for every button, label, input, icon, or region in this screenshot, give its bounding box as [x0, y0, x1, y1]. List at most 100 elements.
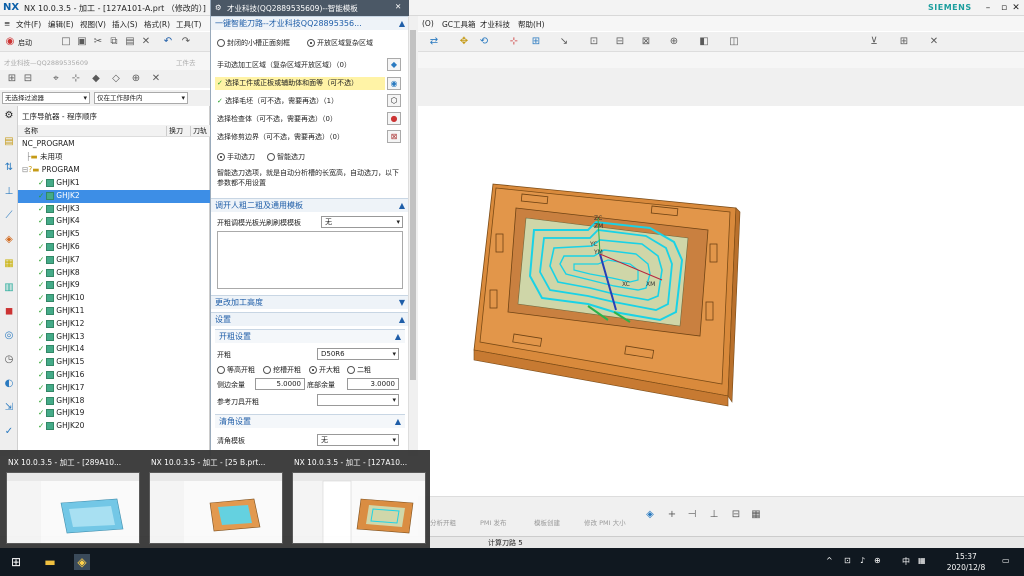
menu-insert[interactable]: 插入(S): [112, 19, 138, 30]
settings-icon[interactable]: ⚙: [3, 110, 15, 122]
pmi-size-label[interactable]: 修改 PMI 大小: [584, 517, 626, 527]
menu-view[interactable]: 视图(V): [80, 19, 106, 30]
wire-icon[interactable]: ◫: [728, 36, 740, 48]
analyze-rough-label[interactable]: 分析开粗: [430, 517, 456, 527]
close-button[interactable]: ✕: [1006, 1, 1024, 15]
note-icon[interactable]: ⊟: [730, 509, 742, 521]
start-label[interactable]: 启动: [18, 38, 32, 48]
rough-option-slot[interactable]: 挖槽开粗: [263, 365, 301, 375]
delete-icon[interactable]: ✕: [140, 36, 152, 48]
network-icon[interactable]: ⊡: [844, 556, 851, 565]
column-toolpath[interactable]: 刀轨: [190, 126, 207, 136]
layout-icon[interactable]: ⊻: [868, 36, 880, 48]
graphics-viewport[interactable]: XC XM YC YM ZC ZM: [418, 106, 1024, 496]
tree-unused[interactable]: ├▬ 未用项: [18, 151, 210, 164]
geometry-icon[interactable]: ⊥: [3, 186, 15, 198]
clock-icon[interactable]: ◷: [3, 354, 15, 366]
save-icon[interactable]: ▣: [76, 36, 88, 48]
method-icon[interactable]: ⟋: [3, 210, 15, 222]
pan-icon[interactable]: ✥: [458, 36, 470, 48]
side-stock-input[interactable]: 5.0000: [255, 378, 305, 390]
rough-option-equal[interactable]: 等高开粗: [217, 365, 255, 375]
select-workpiece-row[interactable]: ✓ 选择工件或正板或辅助体和面等（可不选）: [215, 77, 385, 90]
operation-row[interactable]: ✓ GHJK13: [18, 331, 210, 344]
operation-row[interactable]: ✓ GHJK20: [18, 420, 210, 433]
operation-row[interactable]: ✓ GHJK3: [18, 203, 210, 216]
section-settings[interactable]: 设置 ▲: [211, 312, 409, 326]
snap-icon[interactable]: ⌖: [50, 73, 62, 85]
menu-gc-toolbox[interactable]: GC工具箱: [442, 19, 476, 30]
cut-icon[interactable]: ✂: [92, 36, 104, 48]
menu-edit[interactable]: 编辑(E): [48, 19, 74, 30]
subsection-finish[interactable]: 清角设置 ▲: [215, 414, 405, 428]
snap-view-icon[interactable]: ⊞: [530, 36, 542, 48]
thumbnail-window-3[interactable]: NX 10.0.3.5 - 加工 - [127A10...: [290, 454, 430, 546]
plus-icon[interactable]: +: [666, 509, 678, 521]
hide-icon[interactable]: ⊟: [614, 36, 626, 48]
operation-row[interactable]: ✓ GHJK4: [18, 215, 210, 228]
filter-icon[interactable]: ⊟: [22, 73, 34, 85]
trim-boundary-icon[interactable]: ⊠: [387, 130, 401, 143]
select-blank-row[interactable]: ✓ 选择毛坯（可不选，需要再选）（1）: [217, 96, 338, 106]
history-icon[interactable]: ▦: [3, 258, 15, 270]
windows-start-icon[interactable]: ⊞: [8, 554, 24, 570]
point-icon[interactable]: ⊹: [70, 73, 82, 85]
type-filter-select[interactable]: 无选择过滤器: [2, 92, 90, 104]
system-clock[interactable]: 15:37 2020/12/8: [938, 551, 994, 573]
scope-filter-select[interactable]: 仅在工作部件内: [94, 92, 188, 104]
start-icon[interactable]: ◉: [4, 36, 16, 48]
table-icon[interactable]: ▦: [750, 509, 762, 521]
blank-select-icon[interactable]: ⬡: [387, 94, 401, 107]
section-height[interactable]: 更改加工高度 ▼: [211, 295, 409, 309]
operation-row[interactable]: ✓ GHJK17: [18, 382, 210, 395]
layer-icon[interactable]: ↘: [558, 36, 570, 48]
close-selection-icon[interactable]: ✕: [150, 73, 162, 85]
radio-button[interactable]: [267, 153, 275, 161]
operation-row[interactable]: ✓ GHJK16: [18, 369, 210, 382]
volume-icon[interactable]: ♪: [860, 556, 865, 565]
template-select[interactable]: 无: [321, 216, 403, 228]
dialog-close-icon[interactable]: ✕: [395, 2, 401, 11]
redo-icon[interactable]: ↷: [180, 36, 192, 48]
operation-row[interactable]: ✓ GHJK11: [18, 305, 210, 318]
section-template[interactable]: 调开人粗二粗及通用模板 ▲: [211, 198, 409, 212]
display-icon[interactable]: ◈: [644, 509, 656, 521]
radio-open-area[interactable]: 开放区域复杂区域: [307, 38, 373, 48]
new-icon[interactable]: □: [60, 36, 72, 48]
menu-caiye[interactable]: 才业科技: [480, 19, 510, 30]
operation-row[interactable]: ✓ GHJK6: [18, 241, 210, 254]
copy-icon[interactable]: ⧉: [108, 36, 120, 48]
orient-icon[interactable]: ⇄: [428, 36, 440, 48]
palette-icon[interactable]: ◐: [3, 378, 15, 390]
operation-row[interactable]: ✓ GHJK19: [18, 407, 210, 420]
operation-row[interactable]: ✓ GHJK8: [18, 267, 210, 280]
menu-file[interactable]: 文件(F): [16, 19, 41, 30]
part-icon[interactable]: ◈: [3, 234, 15, 246]
column-tool-change[interactable]: 换刀: [166, 126, 183, 136]
show-icon[interactable]: ⊡: [588, 36, 600, 48]
fit-icon[interactable]: ⊠: [640, 36, 652, 48]
operation-row[interactable]: ✓ GHJK1: [18, 177, 210, 190]
menu-o[interactable]: (O): [422, 19, 434, 28]
radio-button[interactable]: [217, 39, 225, 47]
shade-icon[interactable]: ◧: [698, 36, 710, 48]
radio-button[interactable]: [217, 366, 225, 374]
operation-row[interactable]: ✓ GHJK7: [18, 254, 210, 267]
tree-root[interactable]: NC_PROGRAM: [18, 138, 210, 151]
finish-template-select[interactable]: 无: [317, 434, 399, 446]
input-method-icon[interactable]: ▦: [918, 556, 926, 565]
rough-option-big[interactable]: 开大粗: [309, 365, 340, 375]
select-check-body-row[interactable]: 选择检查体（可不选，需要再选）（0）: [217, 114, 337, 124]
annotation-icon[interactable]: ⊥: [708, 509, 720, 521]
manual-region-row[interactable]: 手动选加工区域（复杂区域开放区域）（0）: [217, 60, 351, 70]
radio-button-selected[interactable]: [217, 153, 225, 161]
region-select-icon[interactable]: ◆: [387, 58, 401, 71]
operation-row[interactable]: ✓ GHJK9: [18, 279, 210, 292]
operation-row[interactable]: ✓ GHJK12: [18, 318, 210, 331]
ime-indicator[interactable]: 中: [902, 556, 910, 567]
thumbnail-window-1[interactable]: NX 10.0.3.5 - 加工 - [289A10...: [4, 454, 144, 546]
template-list-box[interactable]: [217, 231, 403, 289]
web-icon[interactable]: ◎: [3, 330, 15, 342]
tray-chevron-icon[interactable]: ^: [826, 556, 833, 565]
measure-icon[interactable]: ⇲: [3, 402, 15, 414]
